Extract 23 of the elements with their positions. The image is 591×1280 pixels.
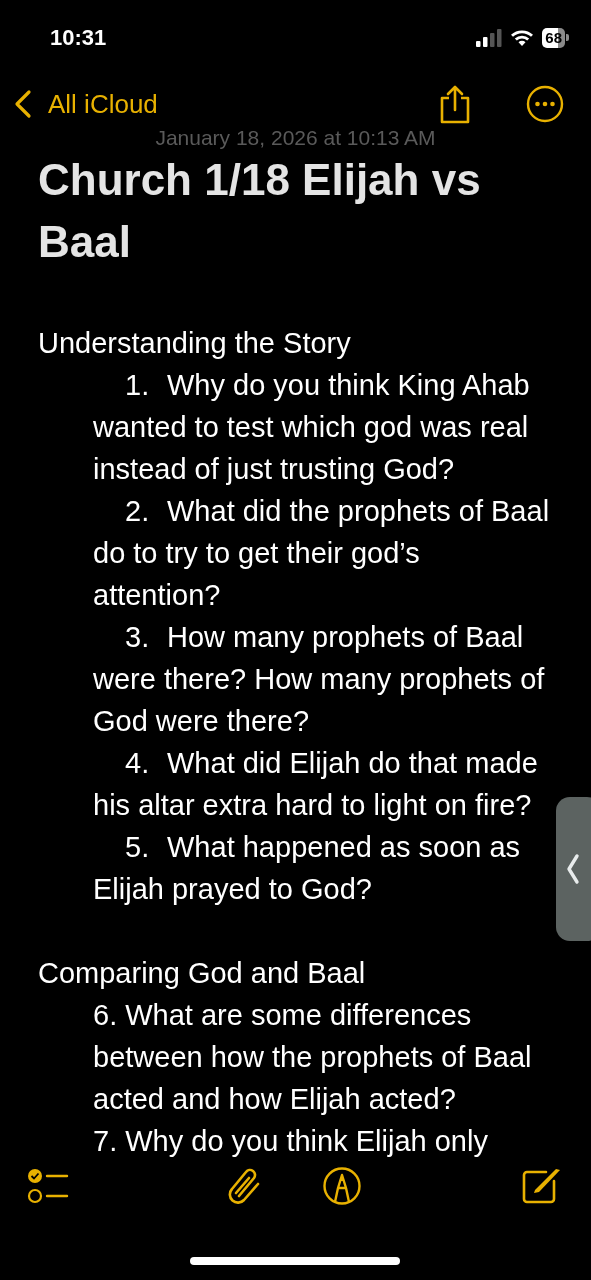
share-icon[interactable]	[438, 84, 472, 124]
wifi-icon	[510, 28, 535, 47]
list-item: 3. How many prophets of Baal were there? How many prophets of God were there?	[93, 620, 546, 739]
more-icon[interactable]	[526, 85, 564, 123]
side-handle[interactable]	[556, 797, 591, 941]
question-text: 6. What are some differences between how the prophets of Baal acted and how Elijah acted?	[93, 998, 533, 1117]
back-button[interactable]: All iCloud	[14, 88, 158, 120]
chevron-left-icon	[14, 89, 32, 119]
list-item: 4. What did Elijah do that made his altar extra hard to light on fire?	[93, 746, 539, 823]
question-text: 7. Why do you think Elijah only	[93, 1124, 489, 1159]
status-time: 10:31	[50, 24, 107, 51]
checklist-icon[interactable]	[27, 1167, 69, 1205]
battery-level: 68	[542, 27, 565, 48]
list-item: 2. What did the prophets of Baal do to try to get their god’s attention?	[93, 494, 551, 613]
pen-tip-icon[interactable]	[321, 1166, 362, 1206]
note-title: Church 1/18 Elijah vs Baal	[38, 154, 482, 268]
list-item: 5. What happened as soon as Elijah prayed to God?	[93, 830, 522, 907]
note-date: January 18, 2026 at 10:13 AM	[154, 127, 437, 149]
section-heading: Comparing God and Baal	[38, 956, 367, 991]
signal-icon	[476, 28, 503, 47]
chevron-left-icon	[566, 853, 580, 885]
section-heading: Understanding the Story	[38, 326, 352, 361]
list-item: 1. Why do you think King Ahab wanted to test which god was real instead of just trusting God?	[93, 368, 531, 487]
